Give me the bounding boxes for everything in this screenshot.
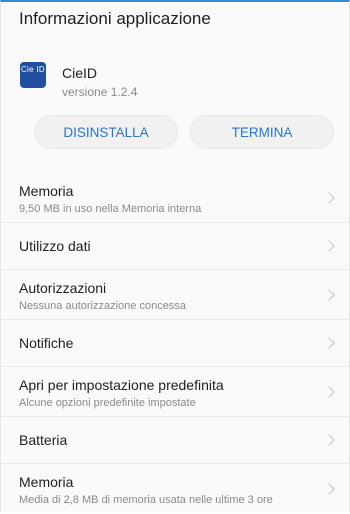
uninstall-button[interactable]: DISINSTALLA — [34, 115, 178, 149]
settings-item-notifications[interactable]: Notifiche — [1, 320, 350, 367]
settings-item-storage[interactable]: Memoria 9,50 MB in uso nella Memoria int… — [1, 173, 350, 223]
settings-item-summary: Alcune opzioni predefinite impostate — [19, 397, 196, 409]
settings-item-label: Memoria — [19, 474, 74, 490]
chevron-right-icon — [323, 434, 335, 446]
settings-item-label: Batteria — [19, 432, 68, 448]
settings-item-label: Notifiche — [19, 335, 74, 351]
page-title: Informazioni applicazione — [19, 9, 211, 28]
chevron-right-icon — [323, 385, 335, 398]
app-info-screen: Informazioni applicazione Cie ID CieID v… — [0, 0, 350, 512]
settings-item-open-by-default[interactable]: Apri per impostazione predefinita Alcune… — [1, 367, 350, 417]
chevron-right-icon — [323, 337, 335, 349]
chevron-right-icon — [323, 483, 335, 495]
settings-item-summary: 9,50 MB in uso nella Memoria interna — [19, 203, 202, 215]
chevron-right-icon — [323, 191, 335, 204]
stop-button[interactable]: TERMINA — [190, 115, 334, 149]
settings-item-data-usage[interactable]: Utilizzo dati — [1, 223, 350, 270]
settings-item-label: Apri per impostazione predefinita — [19, 377, 224, 393]
cieid-app-icon: Cie ID — [20, 62, 46, 88]
settings-item-summary: Media di 2,8 MB di memoria usata nelle u… — [19, 494, 273, 506]
settings-item-battery[interactable]: Batteria — [1, 417, 350, 464]
settings-item-summary: Nessuna autorizzazione concessa — [19, 300, 186, 312]
settings-list: Memoria 9,50 MB in uso nella Memoria int… — [1, 173, 350, 514]
chevron-right-icon — [323, 240, 335, 252]
settings-item-memory[interactable]: Memoria Media di 2,8 MB di memoria usata… — [1, 464, 350, 514]
settings-item-permissions[interactable]: Autorizzazioni Nessuna autorizzazione co… — [1, 270, 350, 320]
settings-item-label: Autorizzazioni — [19, 280, 107, 296]
app-name: CieID — [62, 65, 98, 81]
chevron-right-icon — [323, 288, 335, 301]
settings-item-label: Utilizzo dati — [19, 238, 91, 254]
app-version: versione 1.2.4 — [62, 85, 138, 99]
settings-item-label: Memoria — [19, 183, 74, 199]
